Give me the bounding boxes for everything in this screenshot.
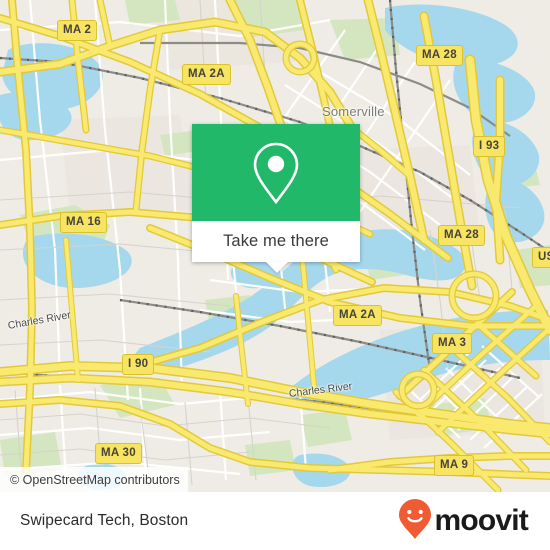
highway-shield-i-90: I 90 [122, 354, 155, 375]
highway-shield-ma-30: MA 30 [95, 443, 142, 464]
highway-shield-us: US [532, 247, 550, 268]
moovit-wordmark: moovit [434, 504, 528, 537]
highway-shield-ma-3: MA 3 [432, 333, 473, 354]
highway-shield-ma-9: MA 9 [434, 455, 475, 476]
moovit-brand[interactable]: moovit [398, 498, 529, 545]
highway-shield-ma-28-e: MA 28 [438, 225, 485, 246]
highway-shield-ma-28-n: MA 28 [416, 45, 463, 66]
popup-action-area[interactable]: Take me there [192, 221, 360, 262]
place-label-somerville: Somerville [322, 104, 385, 119]
highway-shield-i-93: I 93 [473, 136, 506, 157]
highway-shield-ma-2a-nw: MA 2A [182, 64, 231, 85]
location-title: Swipecard Tech, Boston [20, 512, 189, 529]
highway-shield-ma-2a-s: MA 2A [333, 305, 382, 326]
popup-pointer-tail [266, 262, 288, 273]
moovit-pin-smiley-icon [398, 498, 432, 545]
map-screenshot: Somerville Charles River Charles River M… [0, 0, 550, 550]
location-popup-card[interactable]: Take me there [192, 124, 360, 273]
footer-bar: Swipecard Tech, Boston moovit [0, 492, 550, 550]
map-pin-icon [249, 140, 303, 206]
highway-shield-ma-16: MA 16 [60, 212, 107, 233]
highway-shield-ma-2: MA 2 [57, 20, 98, 41]
popup-marker-area [192, 124, 360, 221]
map-canvas[interactable]: Somerville Charles River Charles River M… [0, 0, 550, 492]
map-attribution-bar: © OpenStreetMap contributors [0, 467, 188, 492]
take-me-there-label: Take me there [223, 232, 329, 250]
attribution-text[interactable]: © OpenStreetMap contributors [10, 473, 180, 487]
